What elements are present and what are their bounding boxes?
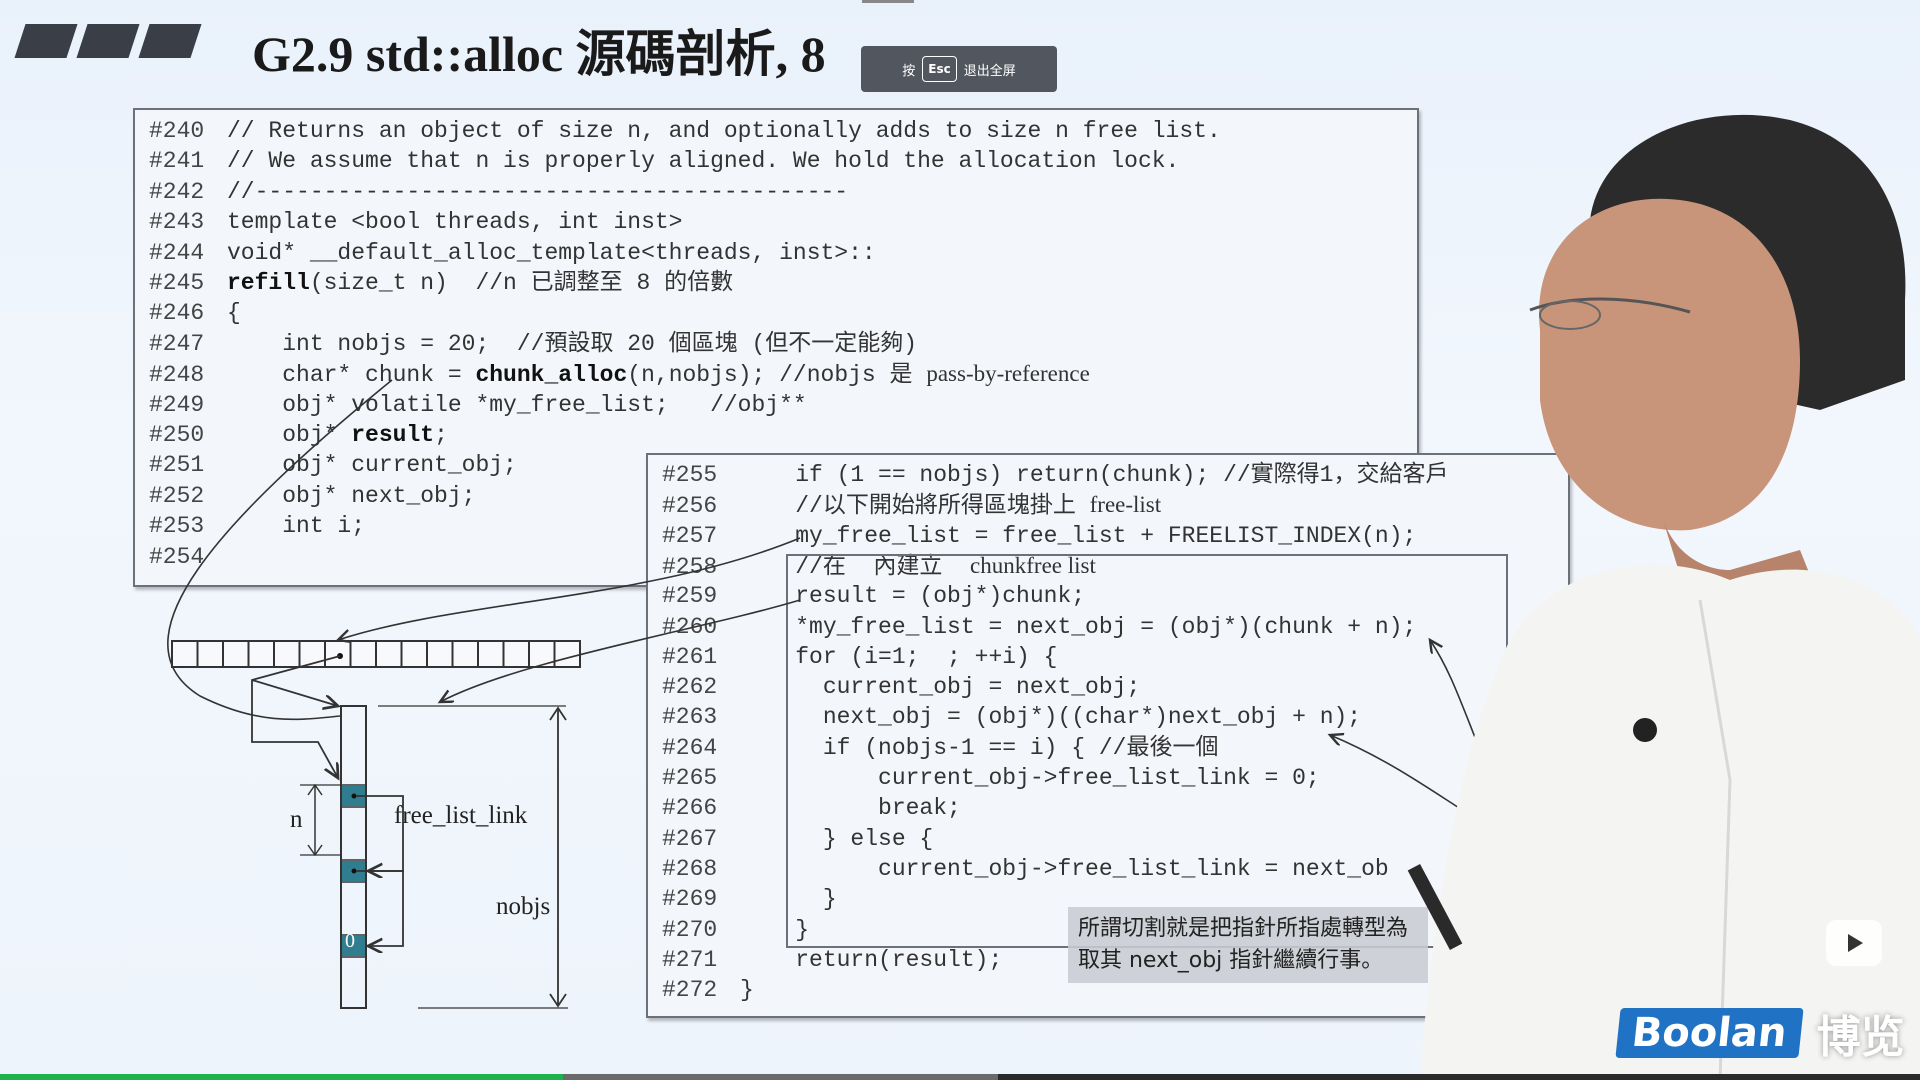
label-zero: 0 bbox=[345, 930, 355, 952]
boolan-logo: Boolan bbox=[1615, 1008, 1804, 1058]
video-progress-bar[interactable] bbox=[0, 1074, 1920, 1080]
note-line-1: 所謂切割就是把指針所指處轉型為 bbox=[1078, 916, 1409, 941]
brand-logo: Boolan 博览 bbox=[1615, 1005, 1905, 1063]
chunk-cell bbox=[222, 640, 250, 668]
label-nobjs: nobjs bbox=[496, 893, 551, 920]
chunk-cell bbox=[171, 640, 199, 668]
chunk-cell bbox=[502, 640, 530, 668]
note-line-2: 取其 next_obj 指針繼續行事。 bbox=[1078, 948, 1384, 973]
brand-name: 博览 bbox=[1816, 1012, 1905, 1063]
chunk-cell bbox=[324, 640, 352, 668]
chunk-cell bbox=[451, 640, 479, 668]
free-list-column bbox=[340, 705, 367, 1009]
label-n: n bbox=[290, 806, 303, 833]
chunk-cell bbox=[196, 640, 224, 668]
chunk-cell bbox=[400, 640, 428, 668]
chunk-strip bbox=[171, 640, 581, 668]
progress-fill bbox=[0, 1074, 563, 1080]
play-button-icon[interactable] bbox=[1826, 920, 1882, 966]
chunk-cell bbox=[426, 640, 454, 668]
chunk-cell bbox=[477, 640, 505, 668]
label-free-list-link: free_list_link bbox=[394, 802, 528, 829]
chunk-cell bbox=[553, 640, 581, 668]
explanation-note: 所謂切割就是把指針所指處轉型為 取其 next_obj 指針繼續行事。 bbox=[1068, 907, 1428, 983]
chunk-cell bbox=[349, 640, 377, 668]
chunk-cell bbox=[375, 640, 403, 668]
chunk-cell bbox=[273, 640, 301, 668]
chunk-cell bbox=[247, 640, 275, 668]
